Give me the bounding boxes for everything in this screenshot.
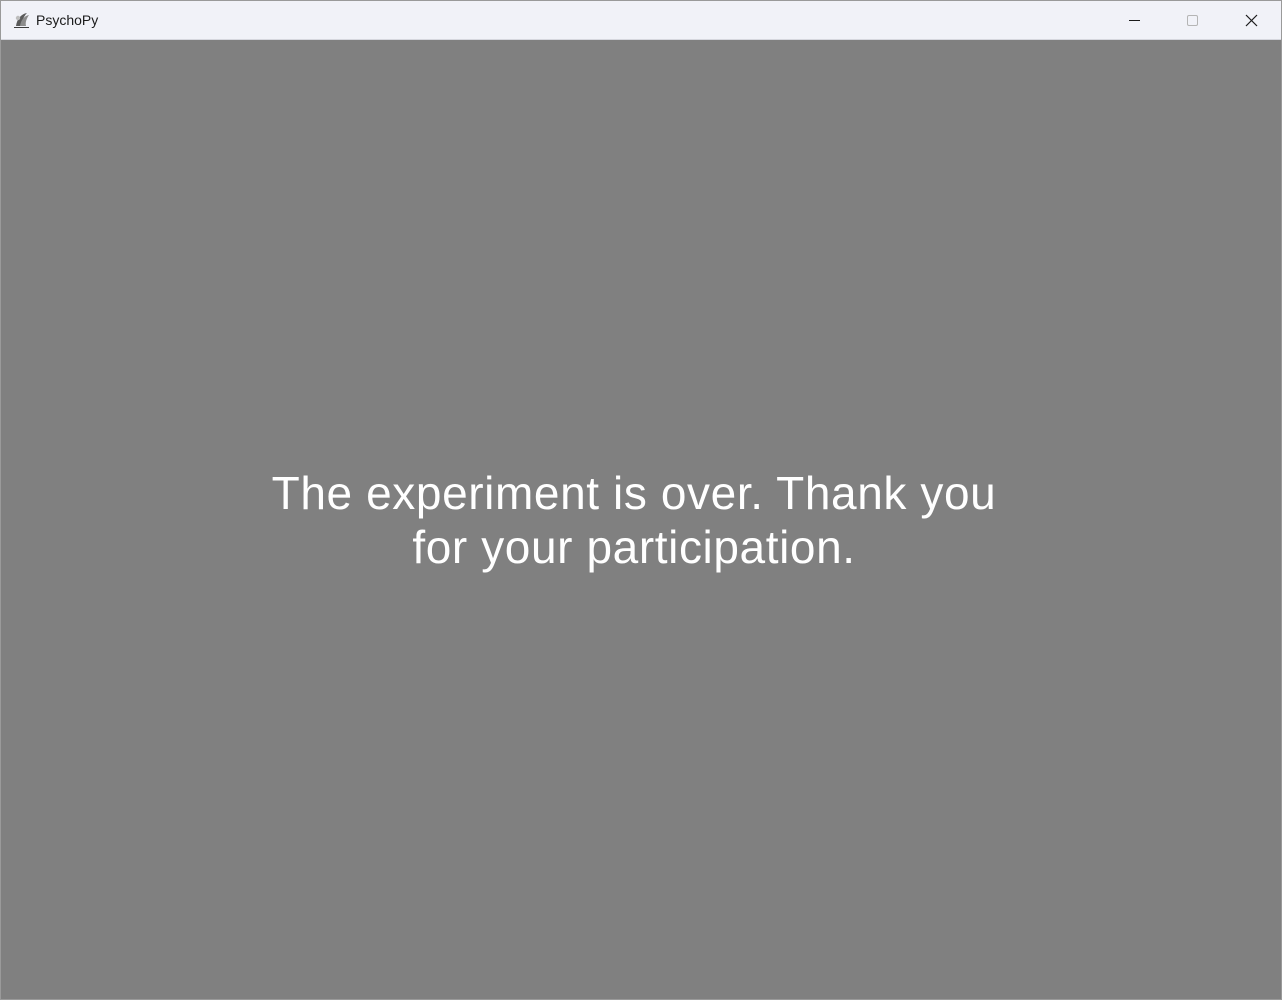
psychopy-window: PsychoPy The experiment is over. Thank y… [0,0,1282,1000]
experiment-canvas: The experiment is over. Thank you for yo… [1,40,1281,999]
end-message: The experiment is over. Thank you for yo… [251,466,1017,574]
close-button[interactable] [1222,1,1280,39]
window-title: PsychoPy [36,12,99,28]
end-message-line-2: for your participation. [412,521,856,573]
minimize-button[interactable] [1105,1,1163,39]
maximize-button[interactable] [1163,1,1221,39]
maximize-icon [1187,15,1198,26]
end-message-line-1: The experiment is over. Thank you [271,467,997,519]
close-icon [1245,14,1258,27]
psychopy-logo-icon [12,10,32,30]
minimize-icon [1129,20,1140,21]
title-bar[interactable]: PsychoPy [1,1,1281,40]
